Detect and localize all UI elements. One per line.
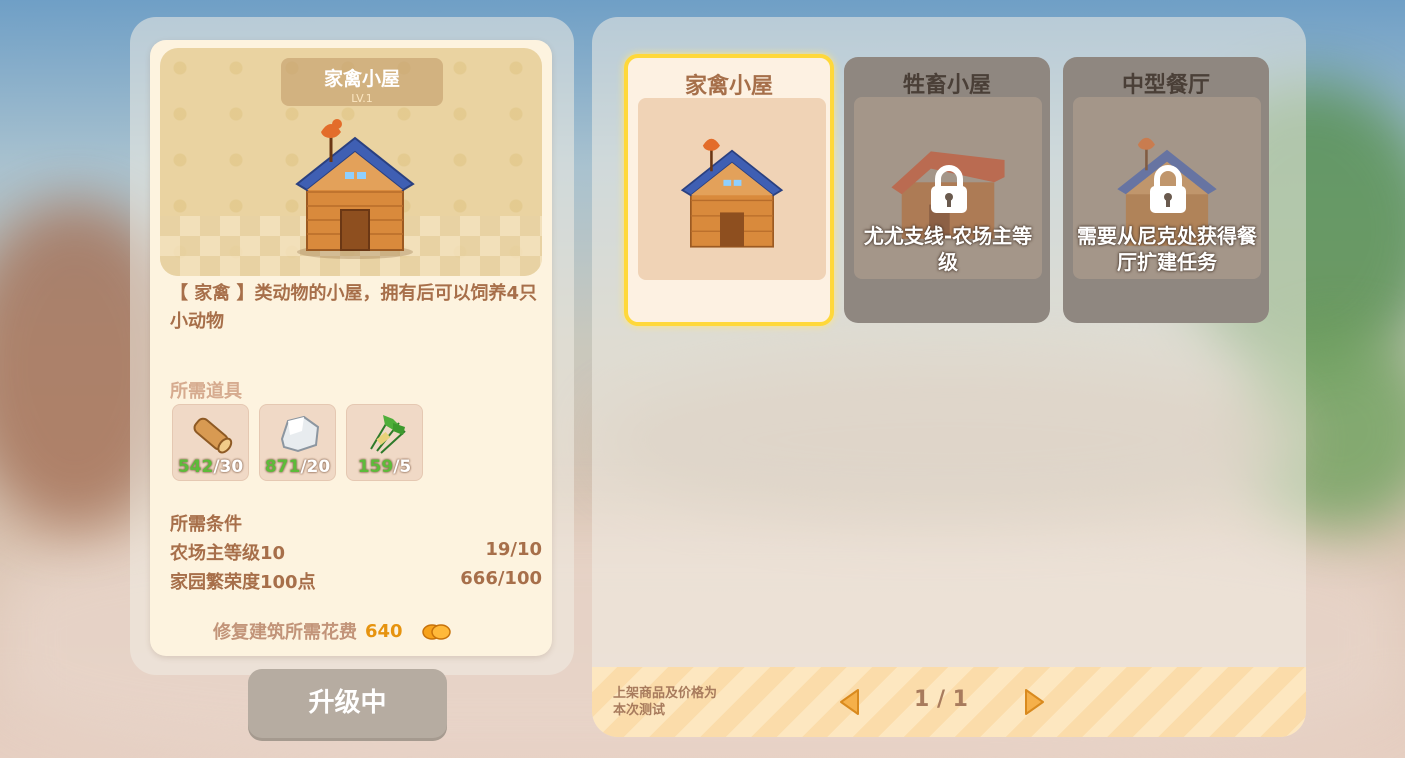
building-description: 【 家禽 】类动物的小屋，拥有后可以饲养4只小动物 [170,283,538,332]
poultry-house-icon [680,138,784,248]
test-notice: 上架商品及价格为本次测试 [613,686,718,718]
item-count: 159/5 [357,457,412,477]
lock-requirement-text: 尤尤支线-农场主等级 [863,224,1033,274]
page-indicator: 1 / 1 [914,687,968,712]
building-card-poultry-house[interactable]: 家禽小屋 [624,54,834,326]
cost-label: 修复建筑所需花费 [213,622,357,643]
card-image [638,98,826,280]
card-title: 牲畜小屋 [902,73,991,98]
card-image: 尤尤支线-农场主等级 [854,97,1042,279]
condition-label: 家园繁荣度100点 [170,572,316,593]
building-level: LV.1 [351,92,373,105]
lock-requirement-text: 需要从尼克处获得餐厅扩建任务 [1077,224,1257,274]
building-title-plate: 家禽小屋 LV.1 [281,58,443,106]
required-item-grass[interactable]: 159/5 [346,404,423,481]
stone-icon [280,415,320,453]
grass-bundle-icon [370,415,406,454]
repair-cost: 修复建筑所需花费 640 [213,618,451,644]
building-info-card: 家禽小屋 LV.1 【 家禽 】类动物的小屋，拥有后可以饲养4只小动物 所需道具 [150,40,552,656]
condition-value: 666/100 [460,568,542,589]
condition-label: 农场主等级10 [170,543,286,564]
item-count: 871/20 [264,457,331,477]
required-item-wood[interactable]: 542/30 [172,404,249,481]
card-image: 需要从尼克处获得餐厅扩建任务 [1073,97,1261,279]
building-list-panel: 家禽小屋 牲畜小屋 尤尤支线-农场主等级 中型餐厅 需要从尼克处获得餐厅扩建任务… [592,17,1306,737]
lock-icon [1150,165,1186,213]
card-title: 家禽小屋 [684,74,773,99]
conditions-label: 所需条件 [170,514,242,535]
condition-row: 家园繁荣度100点 666/100 [170,568,542,594]
required-items-label: 所需道具 [170,381,242,402]
building-card-livestock-house[interactable]: 牲畜小屋 尤尤支线-农场主等级 [844,57,1050,323]
condition-value: 19/10 [485,539,542,560]
building-name: 家禽小屋 [323,68,400,90]
cost-value: 640 [365,620,403,642]
upgrade-button[interactable]: 升级中 [248,669,447,738]
pagination-bar: 上架商品及价格为本次测试 1 / 1 [592,667,1306,737]
coin-icon [421,624,451,640]
building-preview: 家禽小屋 LV.1 [160,48,542,276]
required-items-list: 542/30 871/20 159/5 [172,404,423,481]
prev-page-arrow-icon[interactable] [838,688,860,716]
card-title: 中型餐厅 [1121,73,1210,98]
lock-icon [931,165,967,213]
wood-log-icon [193,417,233,454]
condition-row: 农场主等级10 19/10 [170,539,542,565]
building-card-medium-restaurant[interactable]: 中型餐厅 需要从尼克处获得餐厅扩建任务 [1063,57,1269,323]
poultry-house-icon [295,119,415,259]
next-page-arrow-icon[interactable] [1024,688,1046,716]
required-item-stone[interactable]: 871/20 [259,404,336,481]
item-count: 542/30 [177,457,244,477]
